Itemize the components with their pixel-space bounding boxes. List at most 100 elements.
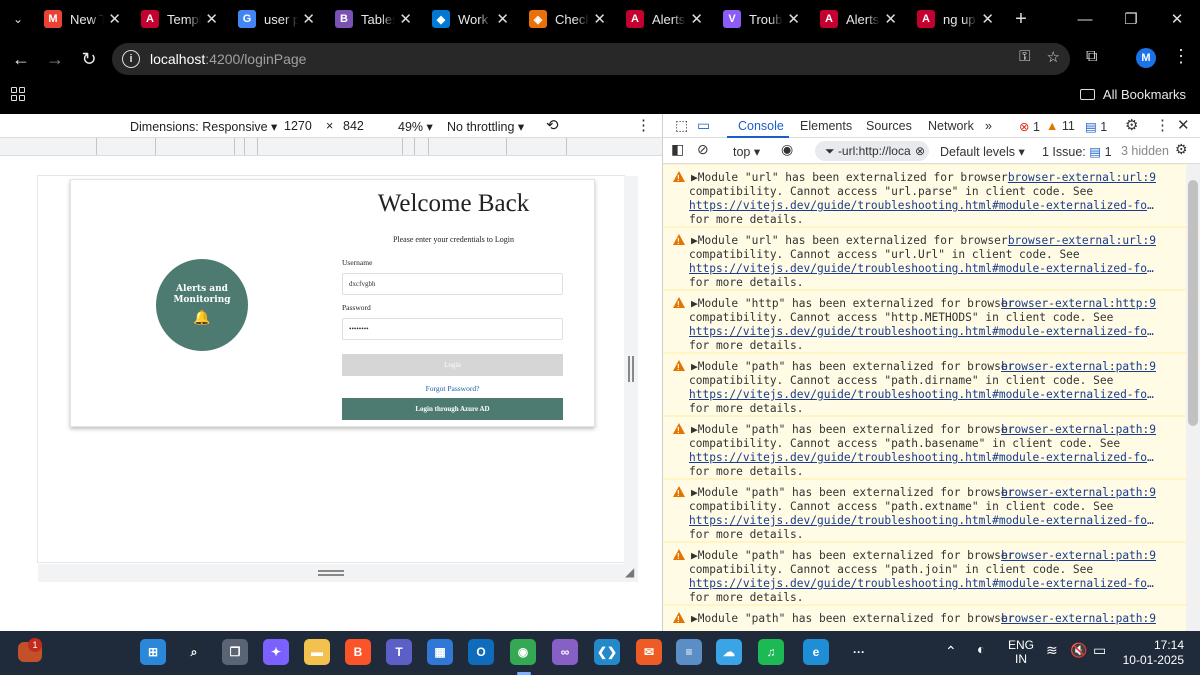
show-hidden-icons-icon[interactable]: ⌃ [945,643,957,660]
source-link[interactable]: browser-external:url:9 [1008,171,1156,185]
docs-link[interactable]: https://vitejs.dev/guide/troubleshooting… [689,577,1159,591]
zoom-dropdown[interactable]: 49% ▾ [398,119,433,134]
console-warning[interactable]: ▶Module "path" has been externalized for… [663,542,1186,605]
source-link[interactable]: browser-external:path:9 [1001,549,1156,563]
close-tab-icon[interactable]: ✕ [690,10,703,28]
error-count[interactable]: ⊗ 1 [1019,119,1040,134]
context-selector[interactable]: top ▾ [733,144,760,159]
wifi-icon[interactable]: ≋ [1046,642,1058,659]
console-scroll-thumb[interactable] [1188,180,1198,426]
tab-network[interactable]: Network [928,119,974,133]
clear-filter-icon[interactable]: ⊗ [915,141,925,161]
store-icon[interactable]: ▦ [427,639,453,665]
close-tab-icon[interactable]: ✕ [108,10,121,28]
address-bar[interactable]: i localhost:4200/loginPage ⚿ ☆ [112,43,1070,75]
warning-count[interactable]: ▲ 11 [1046,119,1075,133]
volume-muted-icon[interactable]: 🔇 [1070,642,1087,659]
postman-icon[interactable]: ✉ [636,639,662,665]
height-input[interactable]: 842 [337,117,377,135]
tab-elements[interactable]: Elements [800,119,852,133]
settings-gear-icon[interactable]: ⚙ [1125,116,1138,134]
minimize-icon[interactable]: — [1062,0,1108,38]
browser-tab[interactable]: M New T ✕ [36,0,133,38]
docs-link[interactable]: https://vitejs.dev/guide/troubleshooting… [689,325,1159,339]
forgot-password-link[interactable]: Forgot Password? [342,384,563,393]
console-settings-icon[interactable]: ⚙ [1175,141,1188,158]
spotify-icon[interactable]: ♫ [758,639,784,665]
search-icon[interactable]: ⌕ [181,639,207,665]
close-window-icon[interactable]: ✕ [1154,0,1200,38]
bookmark-star-icon[interactable]: ☆ [1047,48,1060,66]
browser-tab[interactable]: V Troub ✕ [715,0,812,38]
source-link[interactable]: browser-external:path:9 [1001,423,1156,437]
console-warning[interactable]: ▶Module "http" has been externalized for… [663,290,1186,353]
browser-tab[interactable]: ◆ Work ✕ [424,0,521,38]
source-link[interactable]: browser-external:path:9 [1001,360,1156,374]
resize-handle-vertical[interactable] [628,356,634,382]
tab-sources[interactable]: Sources [866,119,912,133]
task-view-icon[interactable]: ❐ [222,639,248,665]
warning-text[interactable]: ▶Module "url" has been externalized for … [691,234,1008,248]
close-tab-icon[interactable]: ✕ [302,10,315,28]
close-tab-icon[interactable]: ✕ [496,10,509,28]
resize-handle-horizontal[interactable] [318,570,344,576]
info-count[interactable]: ▤ 1 [1085,119,1107,134]
warning-text[interactable]: ▶Module "http" has been externalized for… [691,297,1014,311]
profile-avatar[interactable]: M [1136,48,1156,68]
tab-console[interactable]: Console [738,119,784,133]
browser-tab[interactable]: ◈ Check ✕ [521,0,618,38]
site-info-icon[interactable]: i [122,50,140,68]
close-devtools-icon[interactable]: ✕ [1177,116,1190,134]
docs-link[interactable]: https://vitejs.dev/guide/troubleshooting… [689,514,1159,528]
azure-ad-login-button[interactable]: Login through Azure AD [342,398,563,420]
rotate-icon[interactable]: ⟲ [546,116,559,134]
warning-text[interactable]: ▶Module "path" has been externalized for… [691,549,1014,563]
browser-tab[interactable]: A Templ ✕ [133,0,230,38]
password-field[interactable]: •••••••• [342,318,563,340]
extensions-icon[interactable]: ⧉ [1086,48,1097,66]
close-tab-icon[interactable]: ✕ [981,10,994,28]
source-link[interactable]: browser-external:path:9 [1001,612,1156,626]
start-icon[interactable]: ⊞ [140,639,166,665]
tab-search-chevron-icon[interactable]: ⌄ [0,0,36,38]
browser-tab[interactable]: Ang up ✕ [909,0,1006,38]
clock[interactable]: 17:14 10-01-2025 [1120,638,1184,668]
browser-tab[interactable]: B Tables ✕ [327,0,424,38]
dimensions-dropdown[interactable]: Dimensions: Responsive ▾ [130,119,277,134]
warning-text[interactable]: ▶Module "path" has been externalized for… [691,423,1014,437]
file-explorer-icon[interactable]: ▬ [304,639,330,665]
console-warning[interactable]: ▶Module "path" has been externalized for… [663,353,1186,416]
username-field[interactable]: dxcfvgbh [342,273,563,295]
notepad-icon[interactable]: ≡ [676,639,702,665]
outlook-icon[interactable]: O [468,639,494,665]
restore-icon[interactable]: ❐ [1108,0,1154,38]
docs-link[interactable]: https://vitejs.dev/guide/troubleshooting… [689,451,1159,465]
source-link[interactable]: browser-external:path:9 [1001,486,1156,500]
vscode-icon[interactable]: ❮❯ [594,639,620,665]
device-more-icon[interactable]: ⋮ [636,116,651,134]
all-bookmarks-button[interactable]: All Bookmarks [1079,87,1186,102]
console-filter-input[interactable]: ⏷ -url:http://loca ⊗ [815,141,929,161]
console-warning[interactable]: ▶Module "url" has been externalized for … [663,227,1186,290]
close-tab-icon[interactable]: ✕ [593,10,606,28]
copilot-icon[interactable]: ✦ [263,639,289,665]
network-tray-icon[interactable]: ◐ [977,641,985,657]
log-levels-dropdown[interactable]: Default levels ▾ [940,144,1025,159]
warning-text[interactable]: ▶Module "path" has been externalized for… [691,612,1014,626]
eye-icon[interactable]: ◉ [781,141,793,158]
clear-console-icon[interactable]: ⊘ [697,141,709,158]
docs-link[interactable]: https://vitejs.dev/guide/troubleshooting… [689,262,1159,276]
password-key-icon[interactable]: ⚿ [1019,48,1030,66]
chrome-menu-icon[interactable]: ⋮ [1172,46,1190,67]
edge-icon[interactable]: e [803,639,829,665]
teams-icon[interactable]: T [386,639,412,665]
warning-text[interactable]: ▶Module "url" has been externalized for … [691,171,1008,185]
console-warning[interactable]: ▶Module "path" has been externalized for… [663,605,1186,631]
apps-grid-icon[interactable] [11,87,25,101]
console-warning[interactable]: ▶Module "path" has been externalized for… [663,416,1186,479]
docs-link[interactable]: https://vitejs.dev/guide/troubleshooting… [689,199,1159,213]
console-warning[interactable]: ▶Module "path" has been externalized for… [663,479,1186,542]
visual-studio-icon[interactable]: ∞ [552,639,578,665]
browser-tab[interactable]: A Alerts ✕ [812,0,909,38]
resize-corner-icon[interactable]: ◢ [625,565,634,579]
